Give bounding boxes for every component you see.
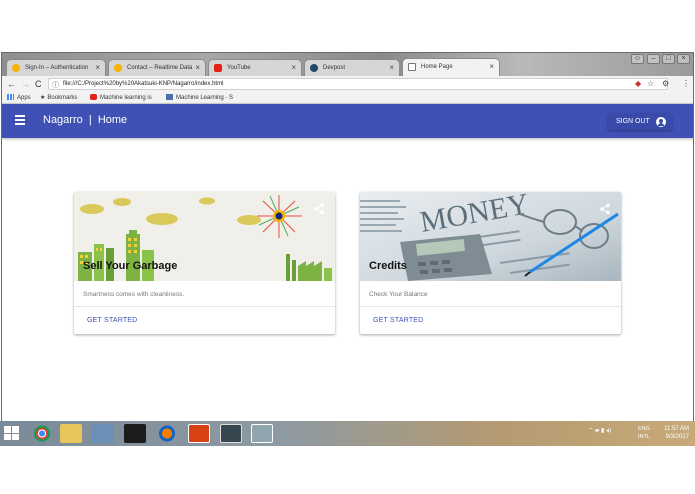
browser-toolbar: ← → C ⓘ file:///C:/Project%20by%20Akatsu… <box>2 76 693 92</box>
browser-window: Sign-In – Authentication × Contact – Rea… <box>1 52 694 444</box>
close-tab-icon[interactable]: × <box>95 60 100 76</box>
bookmarks-bar: Apps ★ Bookmarks Machine learning is Mach… <box>2 92 693 104</box>
clock-time: 11:57 AM <box>664 426 689 432</box>
app-taskbar-icon[interactable] <box>251 424 273 443</box>
sign-out-button[interactable]: SIGN OUT <box>608 113 672 130</box>
account-circle-icon <box>656 117 666 127</box>
tab-label: Contact – Realtime Data <box>127 65 193 71</box>
card-image-city: Sell Your Garbage <box>74 192 335 281</box>
card-title: Sell Your Garbage <box>83 260 178 272</box>
start-button-icon[interactable] <box>4 426 20 441</box>
close-window-icon[interactable]: × <box>677 54 690 64</box>
card-sell-garbage: Sell Your Garbage Smartness comes with c… <box>74 192 335 334</box>
tab-devpost[interactable]: Devpost × <box>304 59 400 76</box>
tab-label: Home Page <box>421 64 453 70</box>
app-taskbar-icon[interactable] <box>188 424 210 443</box>
windows-taskbar: ⌃ ▰ ▮ ◂) ENG INTL 11:57 AM 9/3/2017 <box>0 421 695 446</box>
extension-icon[interactable]: ⚙ <box>662 78 669 90</box>
share-icon[interactable] <box>313 203 325 215</box>
profile-icon[interactable]: ☺ <box>631 54 644 64</box>
tab-contact[interactable]: Contact – Realtime Data × <box>108 59 206 76</box>
terminal-icon[interactable] <box>124 424 146 443</box>
url-text: file:///C:/Project%20by%20Akatsuki-KNP/N… <box>63 81 224 87</box>
extension-icon[interactable]: ◆ <box>635 78 641 90</box>
card-title: Credits <box>369 260 407 272</box>
tab-home-page[interactable]: Home Page × <box>402 58 500 76</box>
close-tab-icon[interactable]: × <box>195 60 200 76</box>
hamburger-menu-icon[interactable] <box>15 115 25 125</box>
page-title: Nagarro | Home <box>43 114 128 126</box>
firefox-icon[interactable] <box>156 424 178 443</box>
app-header: Nagarro | Home SIGN OUT <box>2 104 693 138</box>
forward-icon[interactable]: → <box>21 78 30 90</box>
reload-icon[interactable]: C <box>35 78 42 90</box>
bookmark-ml-2[interactable]: Machine Learning - S <box>166 92 233 104</box>
clock[interactable]: 11:57 AM 9/3/2017 <box>659 425 689 441</box>
app-taskbar-icon[interactable] <box>220 424 242 443</box>
menu-dots-icon[interactable]: ⋮ <box>682 78 690 90</box>
firebase-favicon-icon <box>114 64 122 72</box>
apps-grid-icon <box>7 94 14 100</box>
info-icon[interactable]: ⓘ <box>52 80 59 91</box>
bookmark-star-icon[interactable]: ☆ <box>647 78 654 90</box>
clock-date: 9/3/2017 <box>665 434 689 440</box>
maximize-icon[interactable]: □ <box>662 54 675 64</box>
share-icon[interactable] <box>599 203 611 215</box>
youtube-icon <box>90 94 97 100</box>
card-supporting-text: Check Your Balance <box>369 291 428 298</box>
bookmark-ml-1[interactable]: Machine learning is <box>90 92 152 104</box>
card-image-money: MONEY Credits <box>360 192 621 281</box>
devpost-favicon-icon <box>310 64 318 72</box>
tab-youtube[interactable]: YouTube × <box>208 59 302 76</box>
tab-label: Devpost <box>323 65 346 71</box>
card-supporting-text: Smartness comes with cleanliness. <box>83 291 185 298</box>
tab-label: YouTube <box>227 65 251 71</box>
card-credits: MONEY Credits Check Your Balance GET STA… <box>360 192 621 334</box>
get-started-button[interactable]: GET STARTED <box>373 317 423 324</box>
page-favicon-icon <box>408 63 416 71</box>
address-bar[interactable]: ⓘ file:///C:/Project%20by%20Akatsuki-KNP… <box>48 78 668 90</box>
firebase-favicon-icon <box>12 64 20 72</box>
card-divider <box>74 306 335 307</box>
bookmark-apps[interactable]: Apps <box>7 92 31 104</box>
sign-out-label: SIGN OUT <box>616 118 650 125</box>
site-icon <box>166 94 173 100</box>
tab-strip: Sign-In – Authentication × Contact – Rea… <box>2 53 693 76</box>
minimize-icon[interactable]: – <box>647 54 660 64</box>
youtube-favicon-icon <box>214 64 222 72</box>
tab-label: Sign-In – Authentication <box>25 65 89 71</box>
card-divider <box>360 306 621 307</box>
system-tray[interactable]: ⌃ ▰ ▮ ◂) <box>588 427 611 434</box>
close-tab-icon[interactable]: × <box>389 60 394 76</box>
chrome-taskbar-icon[interactable] <box>31 424 53 443</box>
bookmark-bookmarks[interactable]: ★ Bookmarks <box>40 92 77 104</box>
close-tab-icon[interactable]: × <box>291 60 296 76</box>
app-taskbar-icon[interactable] <box>92 424 114 443</box>
back-icon[interactable]: ← <box>7 78 16 90</box>
close-tab-icon[interactable]: × <box>489 59 494 75</box>
desktop-screen: Sign-In – Authentication × Contact – Rea… <box>0 0 695 494</box>
tab-sign-in[interactable]: Sign-In – Authentication × <box>6 59 106 76</box>
file-explorer-icon[interactable] <box>60 424 82 443</box>
get-started-button[interactable]: GET STARTED <box>87 317 137 324</box>
language-indicator[interactable]: ENG INTL <box>638 425 650 441</box>
star-icon: ★ <box>40 95 46 101</box>
